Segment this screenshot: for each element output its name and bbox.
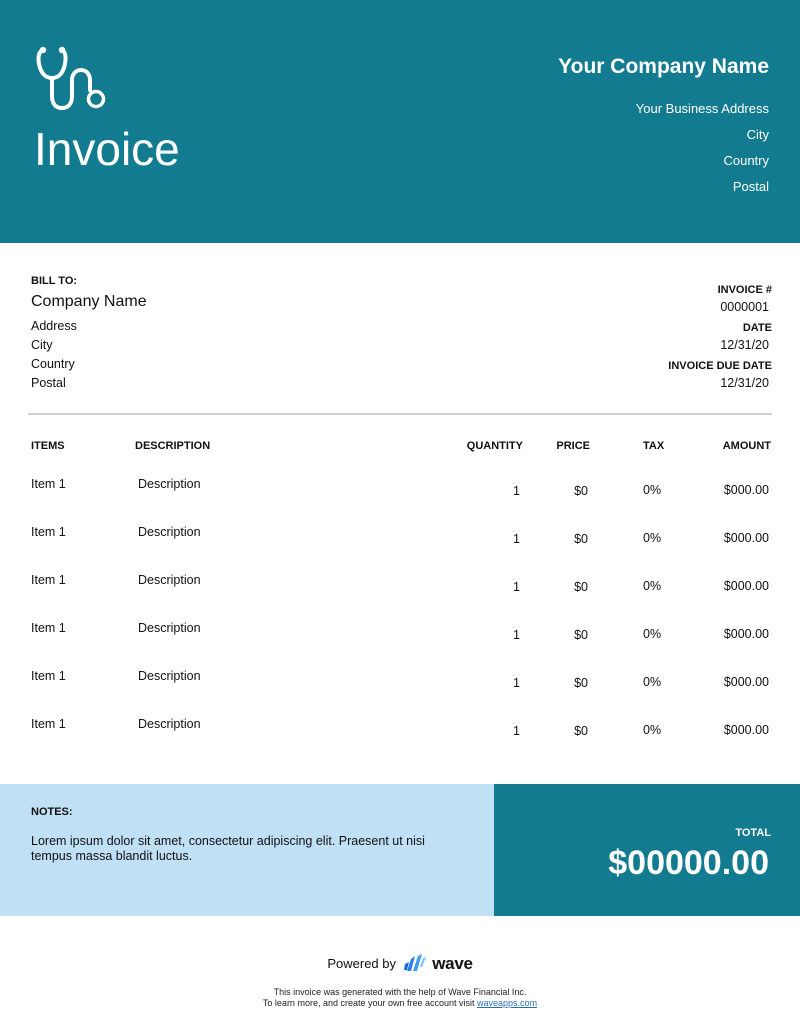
bill-to-country: Country xyxy=(31,357,75,371)
invoice-header: Invoice Your Company Name Your Business … xyxy=(0,0,800,243)
notes-text: Lorem ipsum dolor sit amet, consectetur … xyxy=(31,834,425,863)
item-price: $0 xyxy=(574,580,588,594)
total-value: $00000.00 xyxy=(608,844,769,882)
item-quantity: 1 xyxy=(513,676,520,690)
item-quantity: 1 xyxy=(513,532,520,546)
item-amount: $000.00 xyxy=(723,531,769,545)
header-tax: TAX xyxy=(643,440,665,452)
powered-by: Powered by wave xyxy=(0,954,800,974)
company-name: Your Company Name xyxy=(558,55,769,78)
stethoscope-icon xyxy=(36,46,106,111)
item-description: Description xyxy=(138,525,201,539)
item-tax: 0% xyxy=(643,483,662,497)
item-name: Item 1 xyxy=(31,717,66,731)
bill-to-company: Company Name xyxy=(31,293,147,310)
bill-to-address: Address xyxy=(31,319,77,333)
item-description: Description xyxy=(138,477,201,491)
bill-to-city: City xyxy=(31,338,53,352)
item-quantity: 1 xyxy=(513,484,520,498)
item-tax: 0% xyxy=(643,531,662,545)
header-items: ITEMS xyxy=(31,440,65,452)
invoice-date-label: DATE xyxy=(742,322,772,334)
wave-logo-icon xyxy=(403,954,426,971)
item-description: Description xyxy=(138,573,201,587)
item-quantity: 1 xyxy=(513,628,520,642)
header-description: DESCRIPTION xyxy=(135,440,211,452)
company-country: Country xyxy=(723,153,769,168)
table-row: Item 1 Description 1 $0 0% $000.00 xyxy=(0,621,800,661)
item-price: $0 xyxy=(574,532,588,546)
invoice-number: 0000001 xyxy=(720,300,769,314)
company-address: Your Business Address xyxy=(635,101,769,116)
table-row: Item 1 Description 1 $0 0% $000.00 xyxy=(0,669,800,709)
powered-by-label: Powered by xyxy=(327,956,396,971)
company-postal: Postal xyxy=(732,179,769,194)
table-row: Item 1 Description 1 $0 0% $000.00 xyxy=(0,525,800,565)
item-name: Item 1 xyxy=(31,669,66,683)
item-amount: $000.00 xyxy=(723,627,769,641)
bill-to-label: BILL TO: xyxy=(31,275,78,287)
footer-line-2: To learn more, and create your own free … xyxy=(0,998,800,1008)
item-description: Description xyxy=(138,717,201,731)
footer-line-1: This invoice was generated with the help… xyxy=(273,987,527,997)
invoice-date: 12/31/20 xyxy=(720,338,769,352)
table-row: Item 1 Description 1 $0 0% $000.00 xyxy=(0,477,800,517)
total-section: TOTAL $00000.00 xyxy=(494,784,800,916)
item-name: Item 1 xyxy=(31,573,66,587)
header-quantity: QUANTITY xyxy=(466,440,523,452)
item-tax: 0% xyxy=(643,627,662,641)
item-price: $0 xyxy=(574,628,588,642)
item-name: Item 1 xyxy=(31,621,66,635)
item-name: Item 1 xyxy=(31,477,66,491)
item-tax: 0% xyxy=(643,723,662,737)
header-price: PRICE xyxy=(556,440,590,452)
item-amount: $000.00 xyxy=(723,675,769,689)
item-price: $0 xyxy=(574,484,588,498)
table-row: Item 1 Description 1 $0 0% $000.00 xyxy=(0,717,800,757)
waveapps-link[interactable]: waveapps.com xyxy=(477,998,537,1008)
wave-brand: wave xyxy=(432,954,473,973)
table-row: Item 1 Description 1 $0 0% $000.00 xyxy=(0,573,800,613)
invoice-due-date: 12/31/20 xyxy=(720,376,769,390)
item-quantity: 1 xyxy=(513,724,520,738)
total-label: TOTAL xyxy=(735,827,771,839)
header-amount: AMOUNT xyxy=(722,440,771,452)
item-amount: $000.00 xyxy=(723,483,769,497)
item-quantity: 1 xyxy=(513,580,520,594)
document-title: Invoice xyxy=(34,123,180,175)
item-description: Description xyxy=(138,669,201,683)
notes-section: NOTES: Lorem ipsum dolor sit amet, conse… xyxy=(0,784,494,916)
item-name: Item 1 xyxy=(31,525,66,539)
bill-to-postal: Postal xyxy=(31,376,66,390)
item-amount: $000.00 xyxy=(723,723,769,737)
item-description: Description xyxy=(138,621,201,635)
item-amount: $000.00 xyxy=(723,579,769,593)
section-divider xyxy=(28,413,772,415)
item-price: $0 xyxy=(574,724,588,738)
company-city: City xyxy=(746,127,769,142)
notes-label: NOTES: xyxy=(31,806,73,818)
invoice-number-label: INVOICE # xyxy=(717,284,772,296)
footer-line-2-text: To learn more, and create your own free … xyxy=(262,998,478,1008)
invoice-due-date-label: INVOICE DUE DATE xyxy=(668,360,772,372)
item-tax: 0% xyxy=(643,579,662,593)
item-price: $0 xyxy=(574,676,588,690)
item-tax: 0% xyxy=(643,675,662,689)
